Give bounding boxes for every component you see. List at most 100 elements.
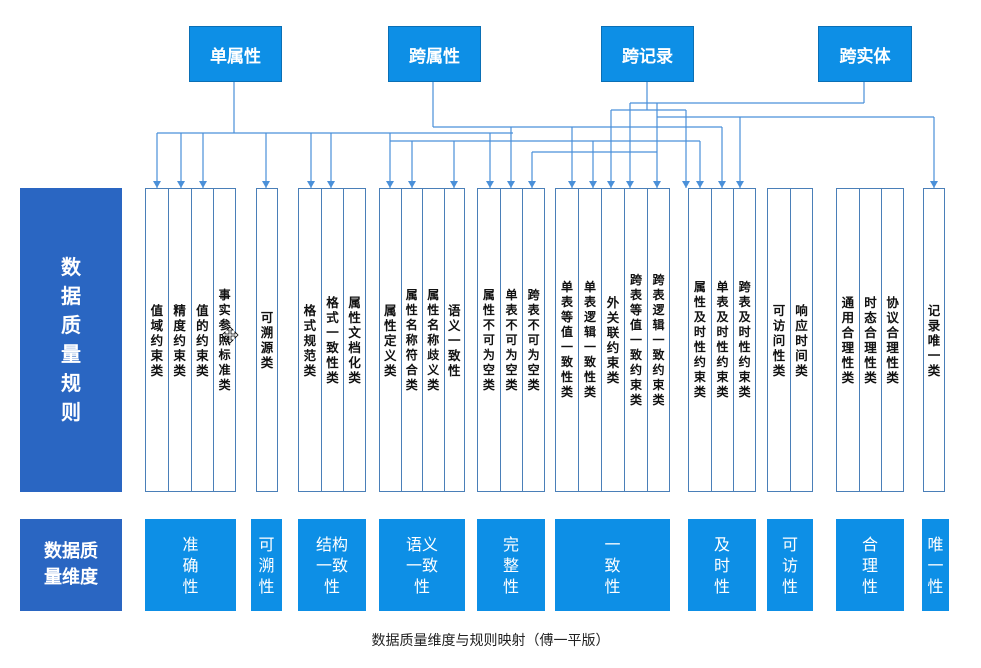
arrowhead — [568, 181, 576, 188]
arrowhead — [718, 181, 726, 188]
rule-label: 跨表等值一致约束类 — [629, 272, 642, 407]
rule-label: 语义一致性 — [447, 302, 461, 378]
arrowhead — [327, 181, 335, 188]
rule-label: 值的约束类 — [196, 302, 209, 378]
rule-label: 属性不可为空类 — [482, 287, 495, 392]
arrowhead — [262, 181, 270, 188]
dimension-box: 结构一致性 — [298, 519, 366, 611]
dimension-label: 可溯性 — [258, 534, 275, 596]
arrowhead — [507, 181, 515, 188]
rule-label: 单表及时性约束类 — [716, 280, 729, 399]
category-cross-record: 跨记录 — [601, 26, 694, 82]
arrowhead — [486, 181, 494, 188]
rule-column: 协议合理性类 — [881, 188, 904, 492]
rule-label: 协议合理性类 — [886, 295, 899, 385]
rule-column: 响应时间类 — [790, 188, 813, 492]
rule-column: 可访问性类 — [767, 188, 791, 492]
arrowhead — [450, 181, 458, 188]
rule-column: 格式规范类 — [298, 188, 322, 492]
rule-column: 通用合理性类 — [836, 188, 860, 492]
rule-column: 值的约束类 — [190, 188, 215, 492]
rule-label: 属性名称符合类 — [405, 287, 418, 392]
rule-column: 记录唯一类 — [923, 188, 945, 492]
rule-column: 属性名称歧义类 — [422, 188, 445, 492]
rule-column: 属性名称符合类 — [400, 188, 423, 492]
arrowhead — [607, 181, 615, 188]
dimension-label: 唯一性 — [927, 534, 944, 596]
dimension-label: 可访性 — [781, 534, 798, 596]
rule-label: 单表不可为空类 — [505, 287, 518, 392]
dimension-label: 及时性 — [713, 534, 730, 596]
rule-label: 属性文档化类 — [348, 295, 361, 385]
arrowhead — [408, 181, 416, 188]
arrowhead — [589, 181, 597, 188]
arrowhead — [696, 181, 704, 188]
rule-label: 格式一致性类 — [326, 295, 339, 385]
rule-label: 属性及时性约束类 — [693, 280, 706, 399]
arrowhead — [682, 181, 690, 188]
dimension-box: 可访性 — [767, 519, 813, 611]
rules-title: 数据质量规则 — [61, 255, 81, 424]
arrowhead — [153, 181, 161, 188]
arrowhead — [930, 181, 938, 188]
dimension-label: 合理性 — [861, 534, 878, 596]
rule-column: 属性及时性约束类 — [688, 188, 712, 492]
rule-column: 外关联约束类 — [601, 188, 625, 492]
rule-column: 跨表逻辑一致约束类 — [647, 188, 670, 492]
rule-column: 单表逻辑一致性类 — [578, 188, 602, 492]
rule-column: 单表等值一致性类 — [555, 188, 579, 492]
arrowhead — [528, 181, 536, 188]
dimension-label: 语义一致性 — [405, 534, 438, 596]
dimension-box: 语义一致性 — [379, 519, 465, 611]
rule-column: 属性定义类 — [379, 188, 402, 492]
rule-column: 属性不可为空类 — [477, 188, 501, 492]
dimension-box: 完整性 — [477, 519, 545, 611]
rule-label: 值域约束类 — [150, 302, 164, 378]
rule-label: 属性名称歧义类 — [427, 287, 440, 392]
dimension-box: 唯一性 — [922, 519, 949, 611]
rule-column: 单表及时性约束类 — [710, 188, 735, 492]
rule-label: 通用合理性类 — [841, 295, 855, 385]
diagram-caption: 数据质量维度与规则映射（傅一平版） — [371, 633, 610, 649]
rule-column: 单表不可为空类 — [499, 188, 524, 492]
category-single-attribute: 单属性 — [189, 26, 282, 82]
rule-label: 精度约束类 — [173, 302, 186, 378]
rule-column: 跨表及时性约束类 — [733, 188, 756, 492]
rule-label: 单表等值一致性类 — [560, 280, 573, 399]
dimension-box: 一致性 — [555, 519, 670, 611]
dimension-label: 准确性 — [182, 534, 199, 596]
dimension-box: 准确性 — [145, 519, 236, 611]
rule-label: 跨表逻辑一致约束类 — [652, 272, 665, 407]
category-cross-attribute: 跨属性 — [388, 26, 481, 82]
rule-label: 跨表及时性约束类 — [738, 280, 751, 399]
rule-label: 响应时间类 — [795, 302, 808, 378]
dimension-label: 一致性 — [604, 534, 621, 596]
dimensions-title-box: 数据质量维度 — [20, 519, 122, 611]
move-cursor-icon — [221, 326, 239, 344]
rule-column: 可溯源类 — [256, 188, 278, 492]
rule-label: 时态合理性类 — [864, 295, 877, 385]
arrowhead — [386, 181, 394, 188]
dimensions-title: 数据质量维度 — [44, 541, 98, 588]
arrowhead — [307, 181, 315, 188]
arrowhead — [626, 181, 634, 188]
rule-label: 外关联约束类 — [606, 295, 620, 385]
dimension-label: 结构一致性 — [315, 534, 348, 596]
rule-column: 格式一致性类 — [320, 188, 345, 492]
dimension-box: 可溯性 — [251, 519, 282, 611]
rule-label: 格式规范类 — [303, 302, 317, 378]
rule-label: 属性定义类 — [383, 302, 397, 378]
arrowhead — [199, 181, 207, 188]
arrowhead — [177, 181, 185, 188]
dimension-box: 合理性 — [836, 519, 904, 611]
rule-label: 单表逻辑一致性类 — [583, 280, 596, 399]
rule-column: 值域约束类 — [145, 188, 169, 492]
dimension-label: 完整性 — [502, 534, 519, 596]
rules-title-box: 数据质量规则 — [20, 188, 122, 492]
arrowhead — [736, 181, 744, 188]
rule-column: 精度约束类 — [167, 188, 192, 492]
rule-label: 可访问性类 — [772, 302, 786, 378]
rule-column: 语义一致性 — [443, 188, 465, 492]
rule-column: 跨表等值一致约束类 — [624, 188, 648, 492]
rule-label: 跨表不可为空类 — [527, 287, 540, 392]
